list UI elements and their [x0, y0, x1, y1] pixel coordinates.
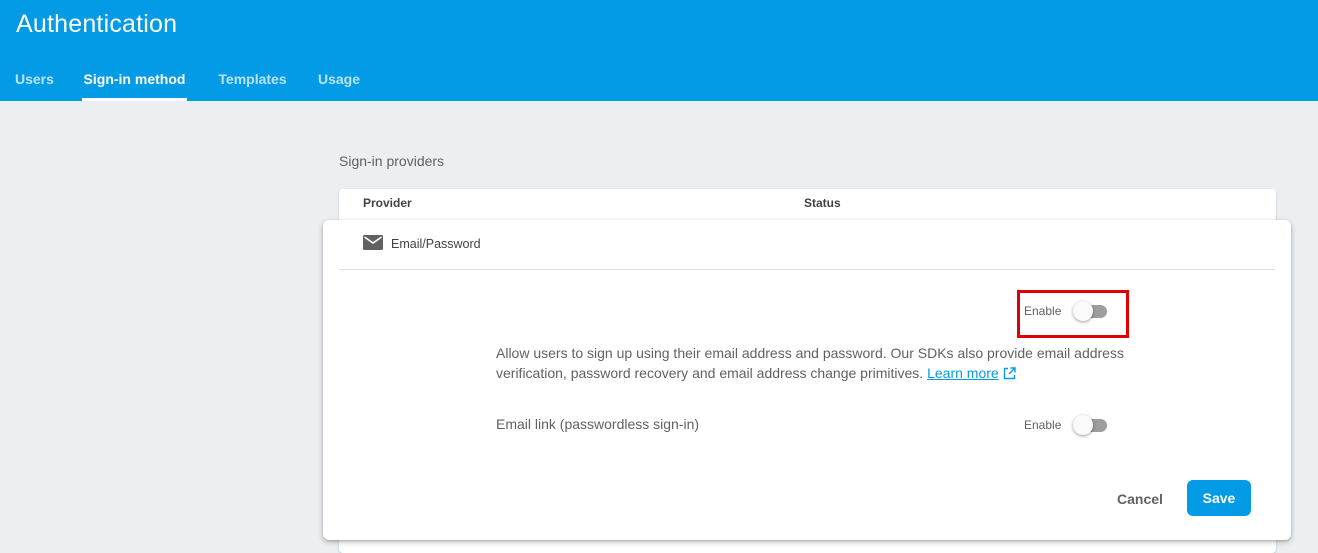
tab-templates[interactable]: Templates: [217, 60, 288, 101]
column-header-provider: Provider: [363, 196, 412, 210]
page-title: Authentication: [16, 10, 178, 38]
enable-label: Enable: [1024, 304, 1062, 318]
toggle-thumb: [1073, 415, 1093, 435]
toggle-thumb: [1073, 301, 1093, 321]
mail-icon: [363, 235, 383, 250]
provider-description: Allow users to sign up using their email…: [496, 343, 1136, 385]
learn-more-link[interactable]: Learn more: [927, 365, 999, 381]
description-text: Allow users to sign up using their email…: [496, 345, 1124, 381]
tab-users[interactable]: Users: [15, 60, 54, 101]
email-password-panel: Email/Password Enable Allow users to sig…: [323, 220, 1291, 540]
app-header: Authentication Users Sign-in method Temp…: [0, 0, 1318, 101]
section-title: Sign-in providers: [339, 153, 445, 169]
column-header-status: Status: [804, 196, 841, 210]
email-link-label: Email link (passwordless sign-in): [496, 416, 700, 432]
email-link-toggle[interactable]: [1073, 415, 1109, 435]
save-button[interactable]: Save: [1187, 480, 1251, 516]
provider-name: Email/Password: [391, 237, 481, 251]
cancel-button[interactable]: Cancel: [1112, 482, 1168, 516]
enable-toggle[interactable]: [1073, 301, 1109, 321]
divider: [339, 269, 1275, 270]
external-link-icon[interactable]: [1003, 365, 1016, 385]
tab-sign-in-method[interactable]: Sign-in method: [82, 60, 187, 101]
tab-usage[interactable]: Usage: [318, 60, 360, 101]
email-link-enable-label: Enable: [1024, 418, 1062, 432]
